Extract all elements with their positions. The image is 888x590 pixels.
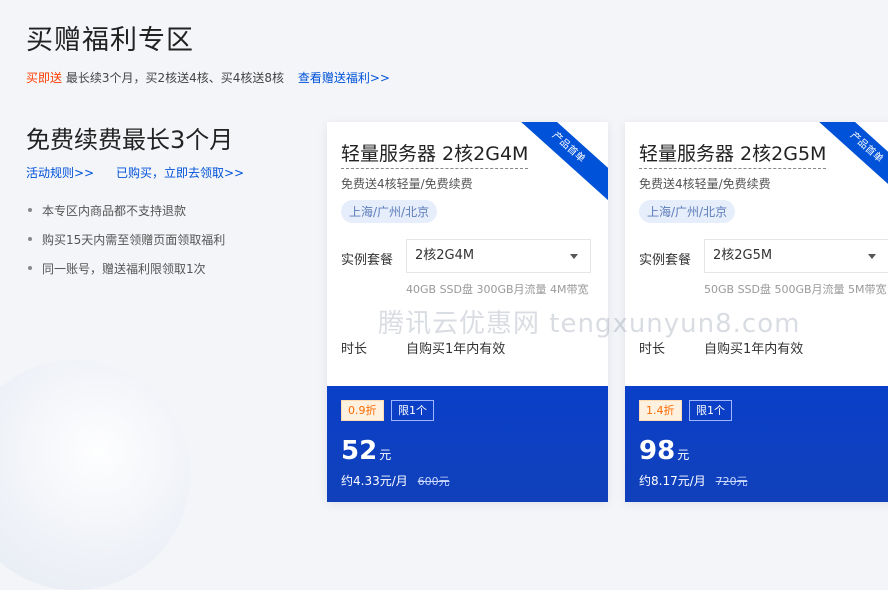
price-value: 52: [341, 436, 378, 466]
left-links: 活动规则>> 已购买，立即去领取>>: [26, 164, 262, 181]
price: 98 元: [639, 436, 689, 466]
badges: 0.9折 限1个: [341, 400, 434, 421]
left-title: 免费续费最长3个月: [26, 126, 234, 154]
discount-badge: 0.9折: [341, 400, 384, 421]
monthly-value: 约4.33元/月: [341, 474, 408, 488]
spec-text: 50GB SSD盘 500GB月流量 5M带宽: [704, 283, 887, 296]
card-title: 轻量服务器 2核2G5M: [639, 139, 827, 169]
monthly-price: 约4.33元/月 600元: [341, 472, 450, 489]
original-price: 600元: [417, 475, 450, 488]
price-value: 98: [639, 436, 676, 466]
rule-item: 购买15天内需至领赠页面领取福利: [26, 231, 225, 248]
card-subtitle: 免费送4核轻量/免费续费: [341, 177, 473, 191]
instance-label: 实例套餐: [639, 253, 692, 268]
duration-value: 自购买1年内有效: [406, 342, 506, 357]
instance-label: 实例套餐: [341, 253, 394, 268]
monthly-value: 约8.17元/月: [639, 474, 706, 488]
spec-text: 40GB SSD盘 300GB月流量 4M带宽: [406, 283, 589, 296]
rules-list: 本专区内商品都不支持退款 购买15天内需至领赠页面领取福利 同一账号，赠送福利限…: [26, 202, 225, 289]
view-gift-link[interactable]: 查看赠送福利>>: [298, 71, 390, 85]
card-title: 轻量服务器 2核2G4M: [341, 139, 529, 169]
price-unit: 元: [379, 448, 392, 462]
activity-rules-link[interactable]: 活动规则>>: [26, 166, 94, 180]
page-title: 买赠福利专区: [26, 25, 194, 56]
original-price: 720元: [715, 475, 748, 488]
card-subtitle: 免费送4核轻量/免费续费: [639, 177, 771, 191]
instance-select[interactable]: 2核2G4M: [406, 239, 591, 273]
region-tag: 上海/广州/北京: [639, 200, 736, 223]
promo-line: 买即送 最长续3个月，买2核送4核、买4核送8核 查看赠送福利>>: [26, 69, 390, 86]
chevron-down-icon: [570, 254, 578, 259]
price-unit: 元: [677, 448, 690, 462]
duration-label: 时长: [341, 342, 368, 357]
monthly-price: 约8.17元/月 720元: [639, 472, 748, 489]
instance-select-value: 2核2G4M: [415, 248, 475, 263]
price-area: 0.9折 限1个 52 元 约4.33元/月 600元: [327, 386, 608, 502]
price-area: 1.4折 限1个 98 元 约8.17元/月 720元: [625, 386, 888, 502]
rule-item: 同一账号，赠送福利限领取1次: [26, 260, 225, 277]
region-tag: 上海/广州/北京: [341, 200, 438, 223]
product-card: 产品首单 轻量服务器 2核2G5M 免费送4核轻量/免费续费 上海/广州/北京 …: [625, 122, 888, 502]
badges: 1.4折 限1个: [639, 400, 732, 421]
price: 52 元: [341, 436, 391, 466]
duration-value: 自购买1年内有效: [704, 342, 804, 357]
decorative-circle: [0, 360, 190, 590]
promo-text: 最长续3个月，买2核送4核、买4核送8核: [65, 71, 285, 85]
claim-link[interactable]: 已购买，立即去领取>>: [116, 166, 244, 180]
chevron-down-icon: [868, 254, 876, 259]
rule-item: 本专区内商品都不支持退款: [26, 202, 225, 219]
instance-select[interactable]: 2核2G5M: [704, 239, 888, 273]
product-card: 产品首单 轻量服务器 2核2G4M 免费送4核轻量/免费续费 上海/广州/北京 …: [327, 122, 608, 502]
limit-badge: 限1个: [391, 400, 434, 421]
discount-badge: 1.4折: [639, 400, 682, 421]
duration-label: 时长: [639, 342, 666, 357]
instance-select-value: 2核2G5M: [713, 248, 773, 263]
promo-highlight: 买即送: [26, 71, 63, 85]
limit-badge: 限1个: [689, 400, 732, 421]
